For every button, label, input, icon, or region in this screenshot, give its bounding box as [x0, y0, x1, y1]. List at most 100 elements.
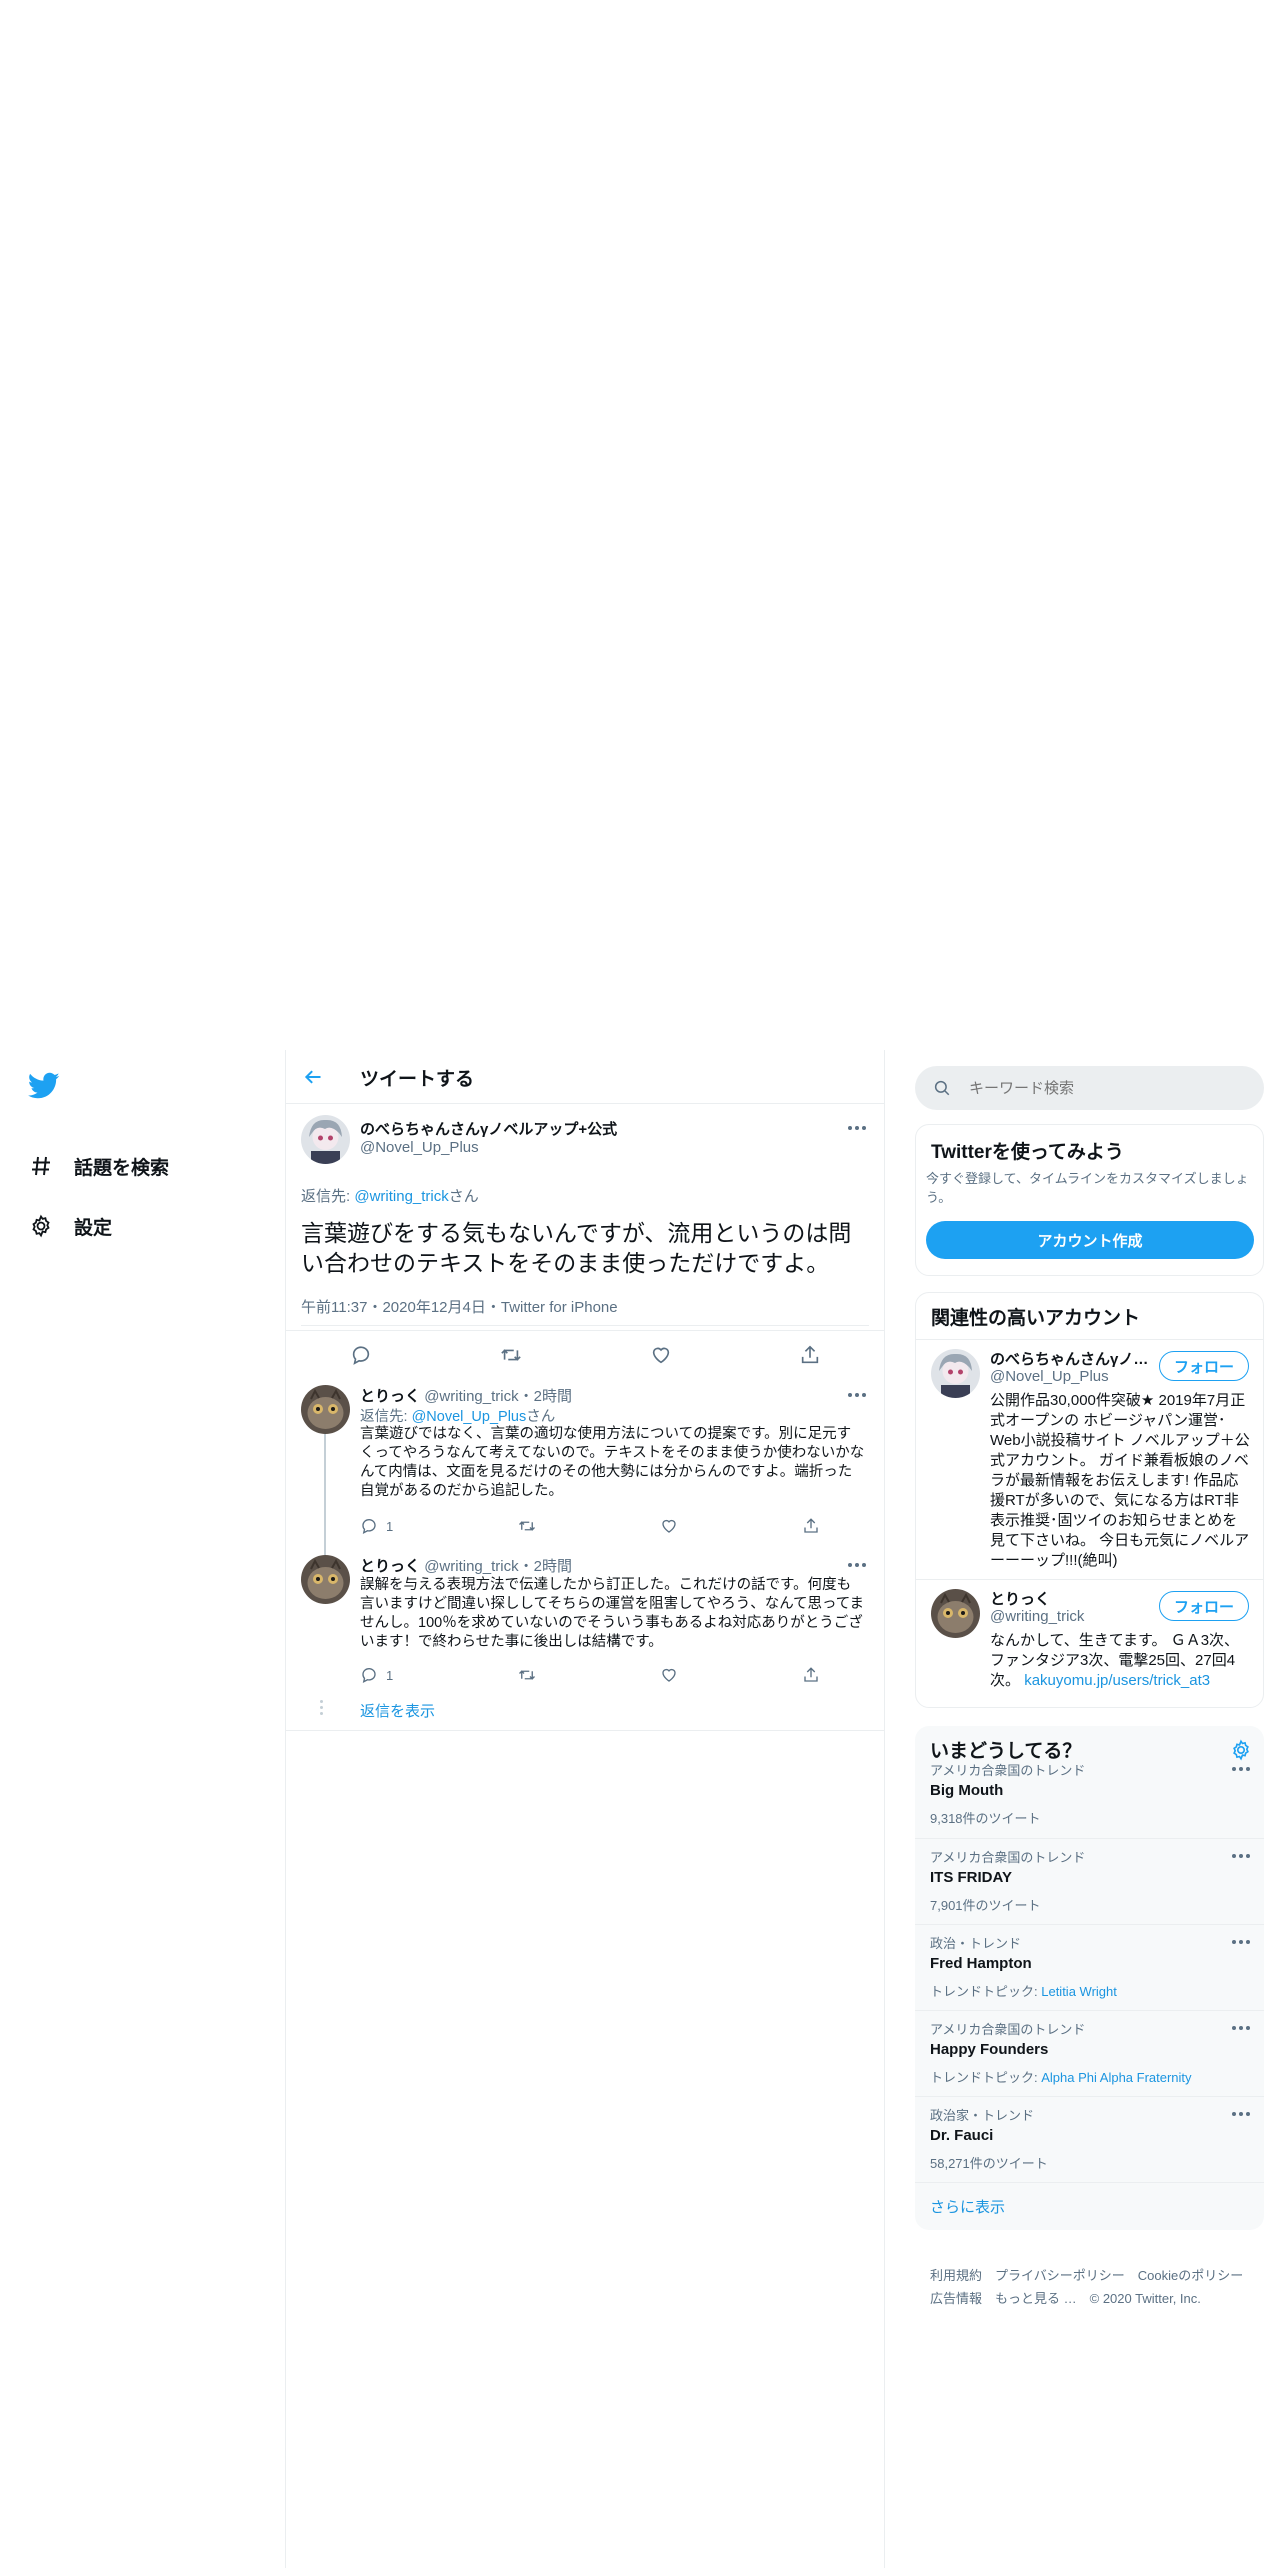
nav-settings[interactable]: 設定: [28, 1206, 112, 1246]
retweet-button[interactable]: [499, 1344, 523, 1366]
nav-settings-label: 設定: [74, 1217, 113, 1239]
trend-topic-link[interactable]: Letitia Wright: [1041, 1984, 1117, 1999]
account-handle[interactable]: @writing_trick: [990, 1608, 1084, 1625]
related-accounts-card: 関連性の高いアカウント のべらちゃんさんγノベルアップ+公式 @Novel_Up…: [915, 1292, 1264, 1708]
avatar[interactable]: [931, 1589, 980, 1638]
reply-to-link[interactable]: @Novel_Up_Plus: [412, 1409, 527, 1425]
tweet-source[interactable]: Twitter for iPhone: [501, 1299, 618, 1316]
footer-terms[interactable]: 利用規約: [930, 2264, 982, 2287]
reply-prefix: 返信先:: [301, 1188, 355, 1205]
account-bio: 公開作品30,000件突破★ 2019年7月正式オープンの ホビージャパン運営･…: [990, 1392, 1250, 1569]
author-handle[interactable]: @writing_trick: [424, 1388, 518, 1405]
retweet-icon: [500, 1349, 521, 1361]
share-button[interactable]: [802, 1517, 820, 1535]
account-handle[interactable]: @Novel_Up_Plus: [990, 1368, 1109, 1385]
author-handle[interactable]: @writing_trick: [424, 1558, 518, 1575]
more-icon[interactable]: [846, 1558, 868, 1572]
show-replies-link[interactable]: 返信を表示: [360, 1700, 435, 1721]
follow-button[interactable]: フォロー: [1159, 1351, 1249, 1381]
trend-count: 9,318件のツイート: [930, 1811, 1041, 1826]
trend-topic: トレンドトピック: Letitia Wright: [930, 1981, 1117, 2000]
like-button[interactable]: [660, 1666, 678, 1684]
avatar[interactable]: [301, 1385, 350, 1434]
tweet-time[interactable]: 午前11:37: [301, 1299, 367, 1316]
account-bio-link[interactable]: kakuyomu.jp/users/trick_at3: [1024, 1672, 1210, 1689]
page-title: ツイートする: [360, 1069, 475, 1090]
retweet-button[interactable]: [517, 1517, 537, 1535]
reply-button[interactable]: [350, 1344, 372, 1366]
reply-prefix: 返信先:: [360, 1409, 412, 1425]
author-handle[interactable]: @Novel_Up_Plus: [360, 1139, 479, 1156]
tweet-meta: 午前11:37・2020年12月4日・Twitter for iPhone: [301, 1296, 618, 1317]
create-account-button[interactable]: アカウント作成: [926, 1221, 1254, 1259]
reply-tweet[interactable]: とりっく @writing_trick・2時間 誤解を与える表現方法で伝達したか…: [286, 1555, 884, 1695]
reply-count: 1: [386, 1667, 394, 1683]
divider: [301, 1325, 869, 1326]
more-icon[interactable]: [1230, 1762, 1252, 1776]
footer-more[interactable]: もっと見る …: [995, 2287, 1077, 2310]
more-icon[interactable]: [1230, 2021, 1252, 2035]
reply-to-line: 返信先: @Novel_Up_Plusさん: [360, 1405, 555, 1426]
divider: [916, 1339, 1263, 1340]
trend-item[interactable]: アメリカ合衆国のトレンド Happy Founders トレンドトピック: Al…: [915, 2010, 1264, 2096]
account-name[interactable]: とりっく: [990, 1588, 1150, 1609]
show-more-link[interactable]: さらに表示: [930, 2196, 1005, 2217]
reply-icon: [362, 1519, 376, 1535]
share-icon: [804, 1518, 818, 1533]
trend-name: ITS FRIDAY: [930, 1869, 1012, 1886]
avatar[interactable]: [301, 1115, 350, 1164]
tweet-date[interactable]: 2020年12月4日: [382, 1299, 485, 1316]
reply-actions: 1: [360, 1663, 820, 1687]
avatar[interactable]: [301, 1555, 350, 1604]
meta-sep: ・: [367, 1299, 383, 1316]
reply-to-link[interactable]: @writing_trick: [354, 1188, 448, 1205]
trends-card: いまどうしてる？ アメリカ合衆国のトレンド Big Mouth 9,318件のツ…: [915, 1726, 1264, 2230]
signup-title: Twitterを使ってみよう: [931, 1142, 1124, 1163]
author-name[interactable]: とりっく: [360, 1558, 420, 1575]
avatar[interactable]: [931, 1349, 980, 1398]
trend-item[interactable]: アメリカ合衆国のトレンド ITS FRIDAY 7,901件のツイート: [915, 1838, 1264, 1924]
signup-desc: 今すぐ登録して、タイムラインをカスタマイズしましょう。: [926, 1171, 1249, 1205]
gear-icon: [28, 1213, 54, 1239]
reply-button[interactable]: 1: [360, 1666, 393, 1684]
reply-time[interactable]: ・2時間: [519, 1388, 572, 1405]
author-name[interactable]: とりっく: [360, 1388, 420, 1405]
trend-item[interactable]: 政治家・トレンド Dr. Fauci 58,271件のツイート: [915, 2096, 1264, 2182]
main-header: ツイートする: [286, 1050, 884, 1104]
reply-actions: 1: [360, 1514, 820, 1538]
more-icon[interactable]: [846, 1121, 868, 1135]
back-button[interactable]: [298, 1062, 328, 1092]
more-icon[interactable]: [1230, 1849, 1252, 1863]
search-input[interactable]: [967, 1078, 1251, 1098]
share-button[interactable]: [802, 1666, 820, 1684]
more-icon[interactable]: [846, 1388, 868, 1402]
like-button[interactable]: [660, 1517, 678, 1535]
trend-item[interactable]: 政治・トレンド Fred Hampton トレンドトピック: Letitia W…: [915, 1924, 1264, 2010]
divider: [916, 1579, 1263, 1580]
trend-name: Big Mouth: [930, 1782, 1004, 1799]
footer-privacy[interactable]: プライバシーポリシー: [995, 2264, 1125, 2287]
trend-topic-link[interactable]: Alpha Phi Alpha Fraternity: [1041, 2070, 1191, 2085]
like-button[interactable]: [650, 1344, 672, 1366]
share-button[interactable]: [799, 1344, 821, 1366]
search-bar[interactable]: [915, 1066, 1264, 1110]
reply-tweet[interactable]: とりっく @writing_trick・2時間 返信先: @Novel_Up_P…: [286, 1385, 884, 1545]
reply-text: 誤解を与える表現方法で伝達したから訂正した。これだけの話です。何度も言いますけど…: [360, 1577, 865, 1650]
arrow-left-icon: [304, 1070, 321, 1084]
trend-item[interactable]: アメリカ合衆国のトレンド Big Mouth 9,318件のツイート: [915, 1752, 1264, 1838]
trend-topic: トレンドトピック: Alpha Phi Alpha Fraternity: [930, 2067, 1192, 2086]
reply-time[interactable]: ・2時間: [519, 1558, 572, 1575]
author-name[interactable]: のべらちゃんさんγノベルアップ+公式: [360, 1118, 617, 1139]
account-name[interactable]: のべらちゃんさんγノベルアップ+公式: [990, 1348, 1150, 1369]
related-title: 関連性の高いアカウント: [931, 1308, 1141, 1329]
follow-button[interactable]: フォロー: [1159, 1591, 1249, 1621]
reply-button[interactable]: 1: [360, 1517, 393, 1535]
footer-cookies[interactable]: Cookieのポリシー: [1138, 2264, 1243, 2287]
more-icon[interactable]: [1230, 1935, 1252, 1949]
more-icon[interactable]: [1230, 2107, 1252, 2121]
twitter-bird-icon[interactable]: [27, 1072, 60, 1100]
footer-ads[interactable]: 広告情報: [930, 2287, 982, 2310]
retweet-button[interactable]: [517, 1666, 537, 1684]
nav-explore[interactable]: 話題を検索: [28, 1146, 169, 1186]
footer-links: 利用規約 プライバシーポリシー Cookieのポリシー 広告情報 もっと見る … © 2…: [930, 2264, 1260, 2310]
